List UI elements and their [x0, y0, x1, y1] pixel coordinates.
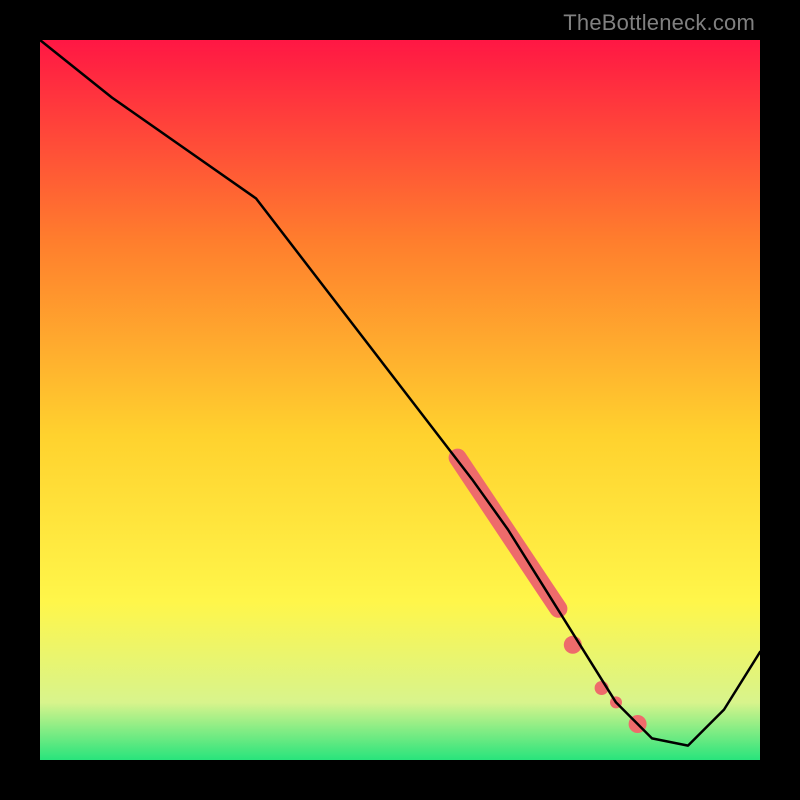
plot-frame: [40, 40, 760, 760]
watermark-text: TheBottleneck.com: [563, 10, 755, 36]
gradient-background: [40, 40, 760, 760]
chart-svg: [40, 40, 760, 760]
